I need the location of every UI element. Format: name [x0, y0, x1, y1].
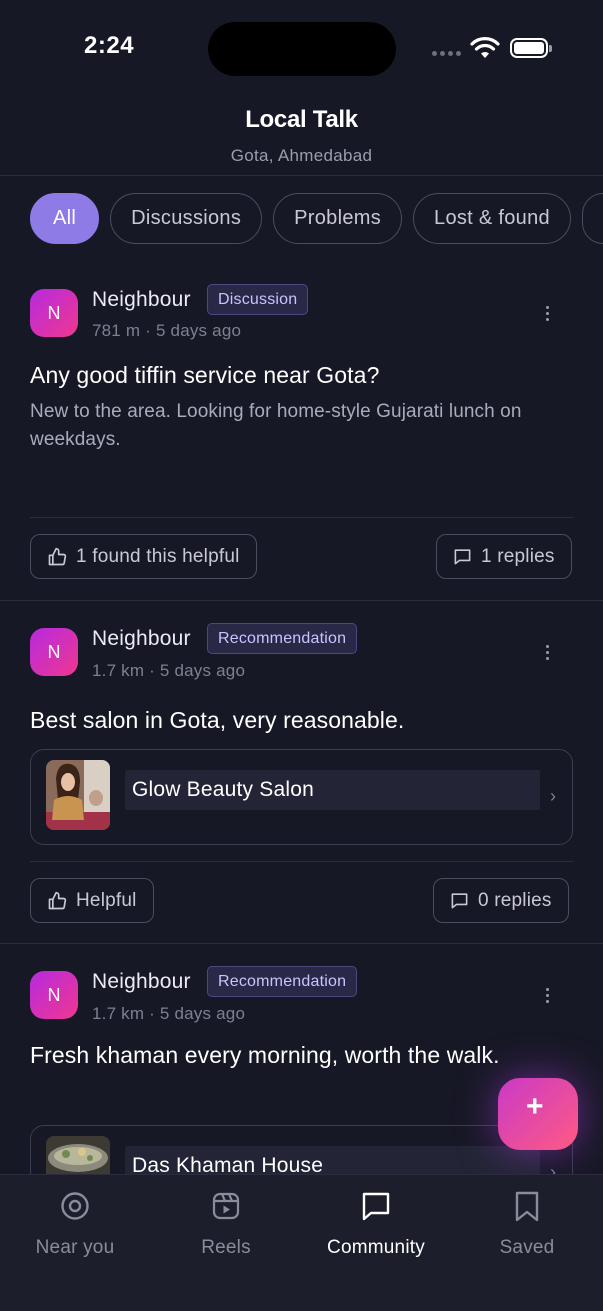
category-badge: Recommendation — [207, 966, 358, 997]
post-title: Any good tiffin service near Gota? — [30, 362, 380, 388]
tab-label: Near you — [35, 1237, 115, 1258]
tab-label: Community — [327, 1237, 425, 1258]
post-author: Neighbour — [92, 288, 191, 311]
business-thumbnail — [46, 1136, 110, 1174]
filter-chip-all[interactable]: All — [30, 193, 100, 244]
tab-saved[interactable]: Saved — [452, 1189, 602, 1259]
divider — [30, 517, 573, 518]
post-title: Fresh khaman every morning, worth the wa… — [30, 1042, 500, 1068]
status-time: 2:24 — [84, 32, 135, 59]
helpful-button[interactable]: Helpful — [30, 878, 154, 923]
helpful-button[interactable]: 1 found this helpful — [30, 534, 257, 579]
post-meta: 1.7 km · 5 days ago — [92, 1004, 246, 1023]
thumbs-up-icon — [48, 891, 67, 909]
post-card: N Neighbour Recommendation 1.7 km · 5 da… — [0, 601, 603, 944]
replies-label: 0 replies — [478, 889, 552, 911]
status-bar: 2:24 — [0, 0, 603, 96]
tab-label: Saved — [499, 1237, 555, 1258]
bottom-tab-bar: Near you Reels Community Saved — [0, 1174, 603, 1311]
comment-icon — [451, 893, 468, 909]
business-name: Das Khaman House — [125, 1146, 540, 1174]
tab-label: Reels — [201, 1237, 251, 1258]
business-name: Glow Beauty Salon — [125, 770, 540, 810]
signal-icon — [432, 51, 461, 56]
business-card[interactable]: Das Khaman House › — [30, 1125, 573, 1174]
tab-community[interactable]: Community — [301, 1189, 451, 1259]
post-meta: 781 m · 5 days ago — [92, 321, 242, 340]
create-post-button[interactable]: + — [498, 1078, 578, 1150]
divider — [30, 861, 573, 862]
avatar[interactable]: N — [30, 971, 78, 1019]
wifi-icon — [470, 37, 500, 58]
post-title: Best salon in Gota, very reasonable. — [30, 707, 405, 733]
category-badge: Recommendation — [207, 623, 358, 654]
comment-icon — [454, 549, 471, 565]
dynamic-island — [208, 22, 396, 76]
tab-near-you[interactable]: Near you — [0, 1189, 150, 1259]
avatar[interactable]: N — [30, 289, 78, 337]
target-icon — [61, 1192, 89, 1220]
reels-icon — [212, 1192, 240, 1220]
business-card[interactable]: Glow Beauty Salon › — [30, 749, 573, 845]
business-thumbnail — [46, 760, 110, 830]
category-badge: Discussion — [207, 284, 309, 315]
chevron-right-icon: › — [550, 1162, 556, 1174]
filter-chip-discussions[interactable]: Discussions — [110, 193, 263, 244]
more-options-icon[interactable] — [536, 301, 558, 325]
filter-chip-lost-found[interactable]: Lost & found — [413, 193, 571, 244]
more-options-icon[interactable] — [536, 983, 558, 1007]
bookmark-icon — [515, 1191, 539, 1222]
chevron-right-icon: › — [550, 786, 556, 806]
filter-chip-problems[interactable]: Problems — [273, 193, 403, 244]
helpful-label: 1 found this helpful — [76, 545, 240, 567]
app-header: Local Talk Gota, Ahmedabad — [0, 96, 603, 176]
replies-label: 1 replies — [481, 545, 555, 567]
post-card: N Neighbour Discussion 781 m · 5 days ag… — [0, 260, 603, 601]
plus-icon: + — [526, 1090, 544, 1123]
more-options-icon[interactable] — [536, 640, 558, 664]
tab-reels[interactable]: Reels — [151, 1189, 301, 1259]
post-author: Neighbour — [92, 970, 191, 993]
post-body: New to the area. Looking for home-style … — [30, 401, 522, 450]
replies-button[interactable]: 0 replies — [433, 878, 569, 923]
replies-button[interactable]: 1 replies — [436, 534, 572, 579]
thumbs-up-icon — [48, 547, 67, 565]
filter-chips: All Discussions Problems Lost & found — [30, 193, 603, 245]
post-meta: 1.7 km · 5 days ago — [92, 661, 246, 680]
helpful-label: Helpful — [76, 889, 137, 911]
battery-icon — [510, 38, 552, 58]
post-author: Neighbour — [92, 627, 191, 650]
filter-chip-more[interactable] — [581, 193, 603, 244]
avatar[interactable]: N — [30, 628, 78, 676]
page-title: Local Talk — [245, 106, 358, 133]
chat-bubble-icon — [362, 1192, 390, 1221]
location-subtitle[interactable]: Gota, Ahmedabad — [0, 146, 603, 166]
